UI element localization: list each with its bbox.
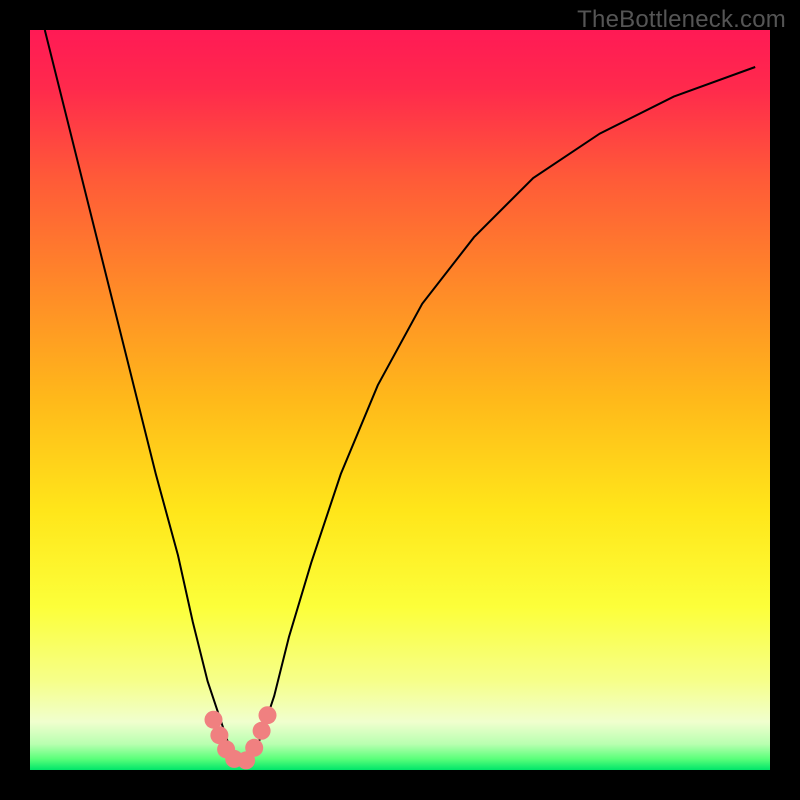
chart-frame: TheBottleneck.com	[0, 0, 800, 800]
gradient-background	[30, 30, 770, 770]
plot-area	[30, 30, 770, 770]
marker-dot	[259, 706, 277, 724]
chart-svg	[30, 30, 770, 770]
marker-dot	[253, 722, 271, 740]
marker-dot	[205, 711, 223, 729]
marker-dot	[245, 739, 263, 757]
